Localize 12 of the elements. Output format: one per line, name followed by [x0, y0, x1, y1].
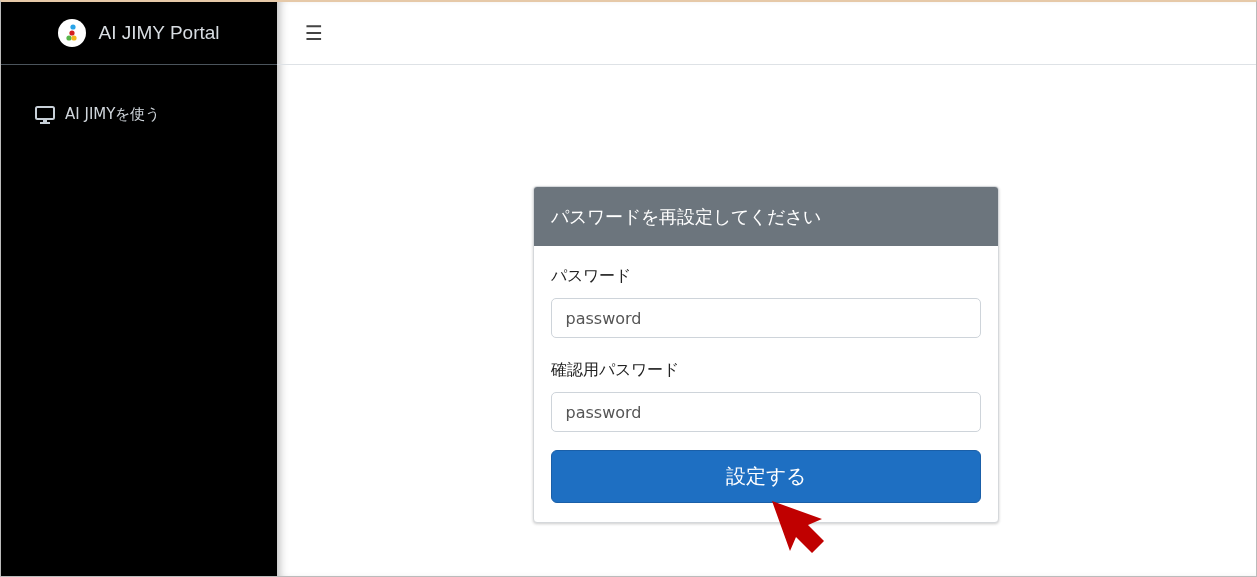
sidebar-item[interactable]: AI JIMYを使う: [31, 103, 165, 126]
menu-button[interactable]: ☰: [305, 21, 323, 45]
submit-button[interactable]: 設定する: [550, 450, 981, 503]
field-label: パスワード: [550, 266, 632, 287]
field-label: 確認用パスワード: [550, 360, 680, 381]
monitor-icon: [35, 105, 55, 124]
card-title: パスワードを再設定してください: [533, 187, 998, 246]
logo-icon: [58, 19, 87, 47]
password-field[interactable]: password: [550, 298, 981, 338]
password-field[interactable]: password: [550, 392, 981, 432]
brand-title: AI JIMY Portal: [98, 22, 220, 44]
arrow-pointer-icon: [769, 499, 826, 555]
